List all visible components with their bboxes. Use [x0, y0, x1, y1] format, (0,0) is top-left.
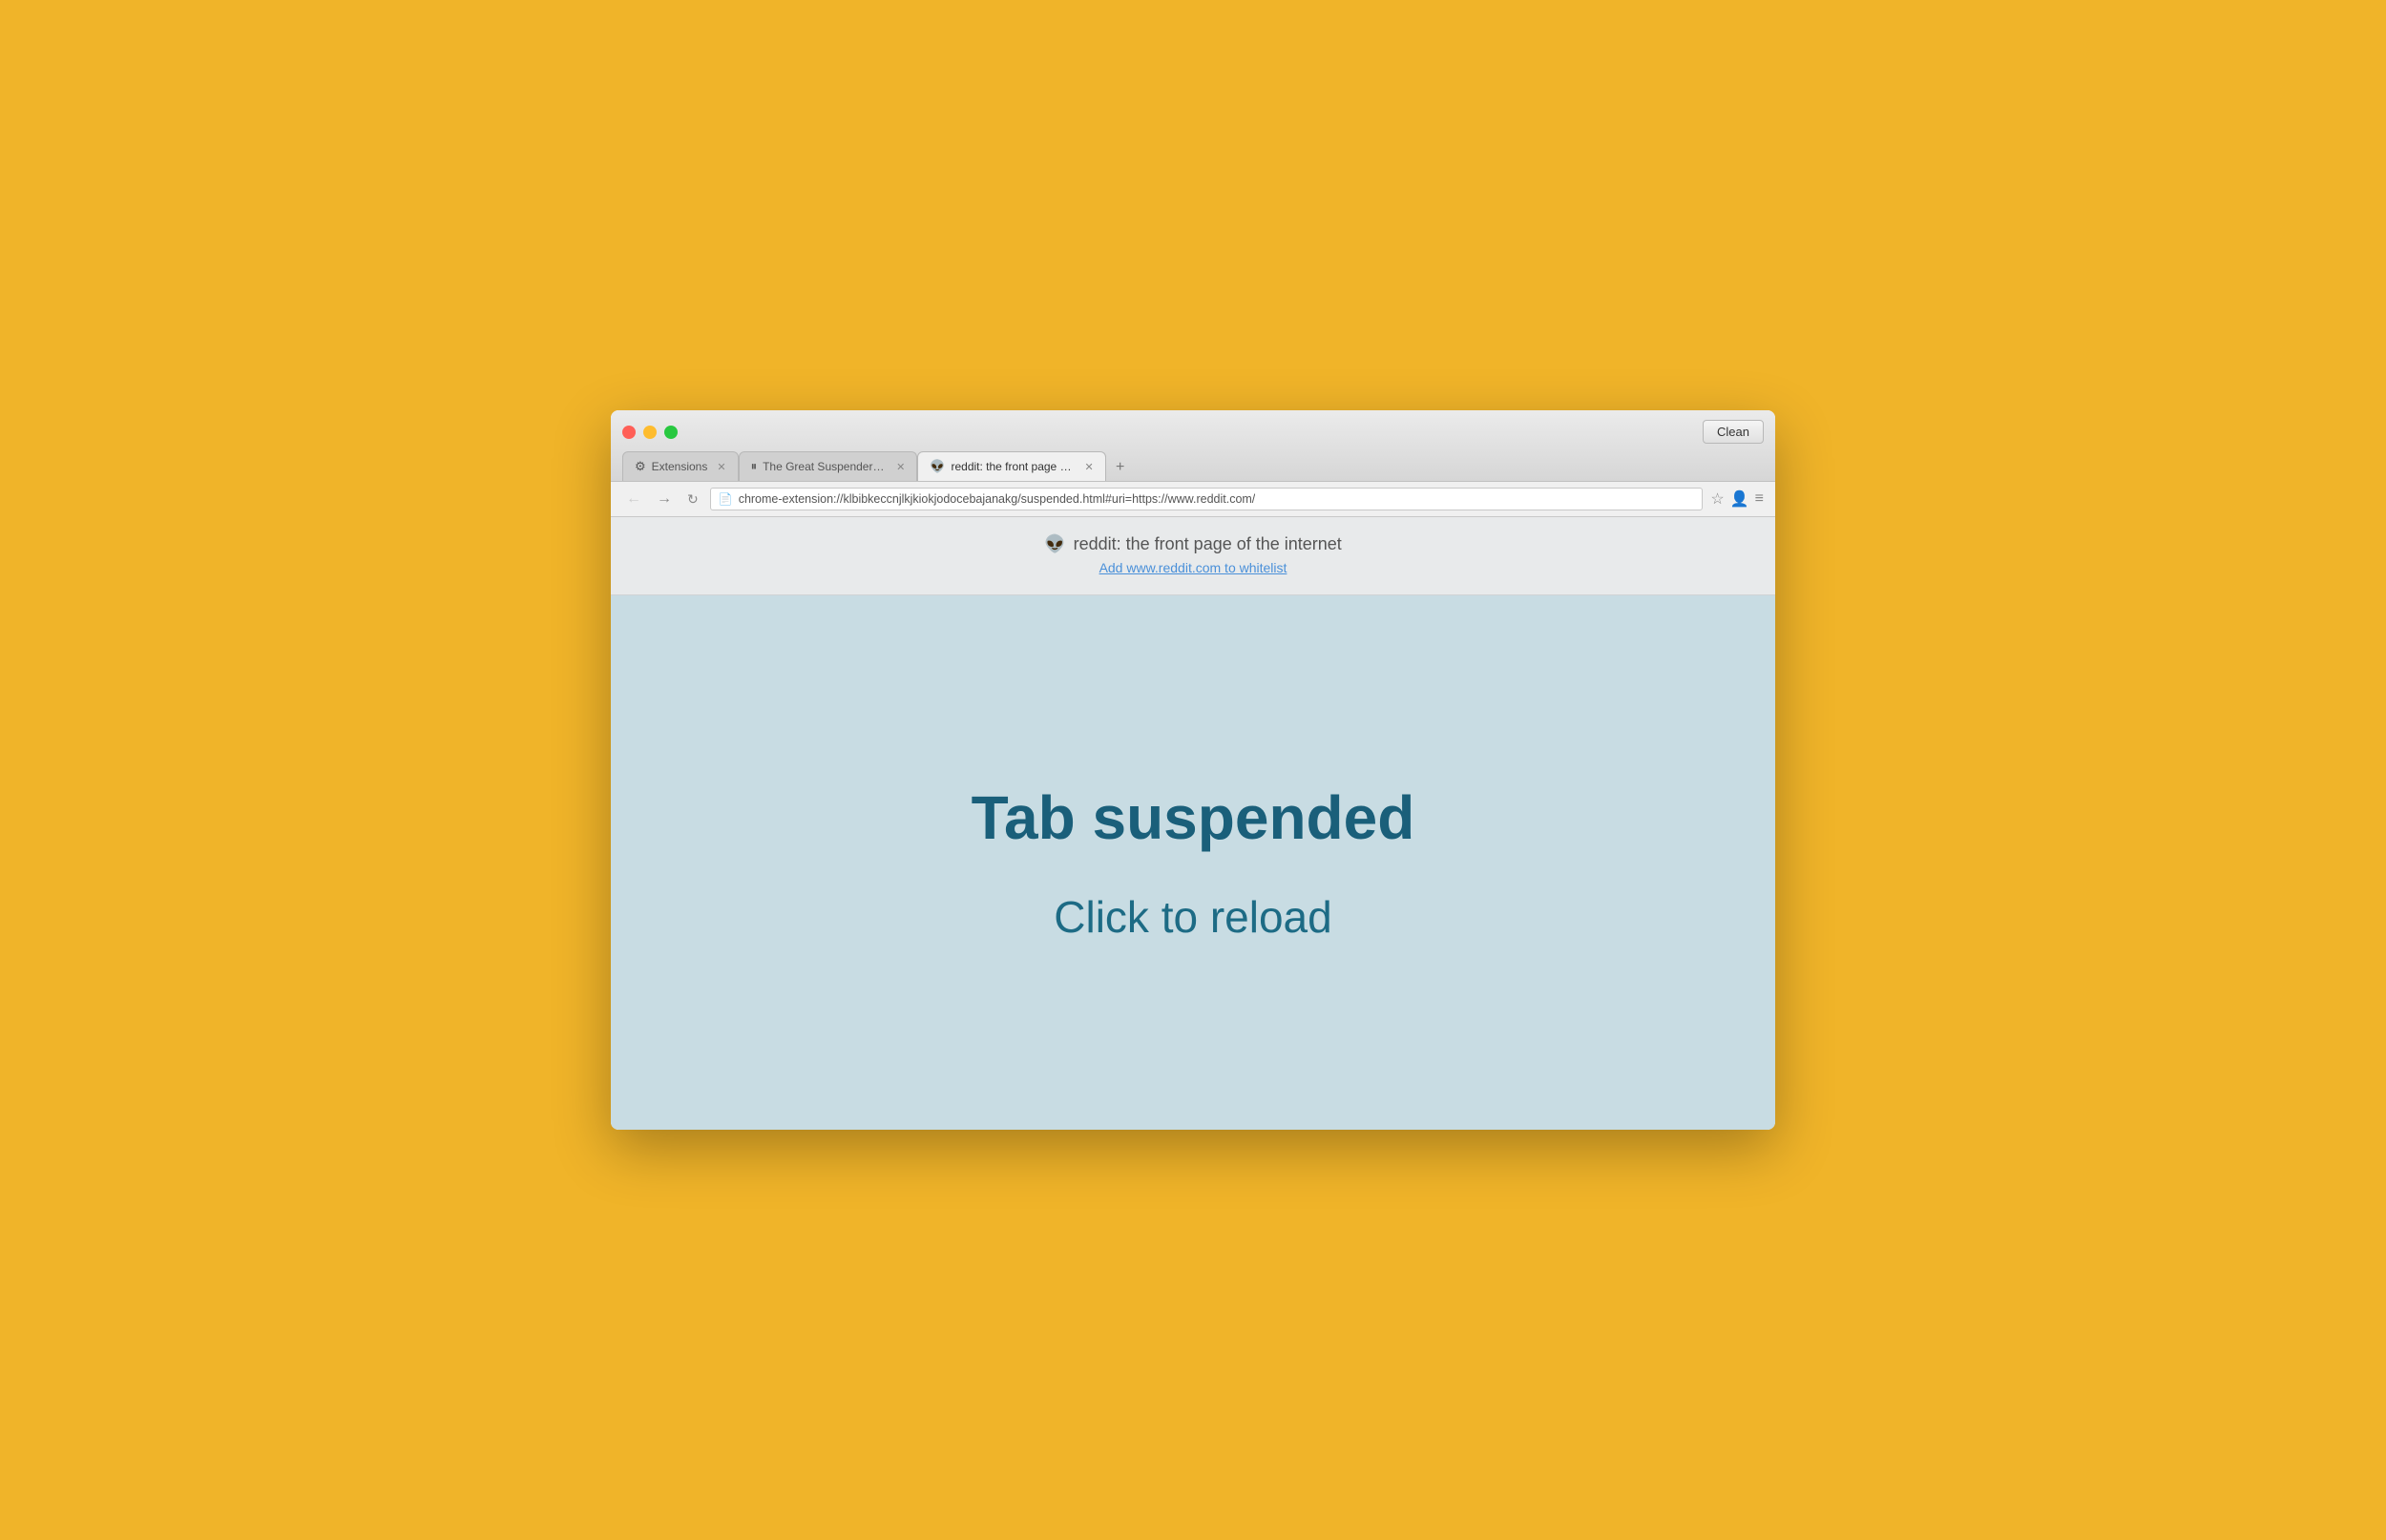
profile-icon[interactable]: 👤	[1730, 489, 1749, 509]
clean-button[interactable]: Clean	[1703, 420, 1764, 444]
site-icon: 👽	[1044, 534, 1065, 554]
reload-button[interactable]: ↻	[683, 489, 702, 510]
great-suspender-tab-label: The Great Suspender - Ch…	[763, 460, 887, 473]
menu-icon[interactable]: ≡	[1755, 490, 1764, 508]
site-title-row: 👽 reddit: the front page of the internet	[630, 534, 1756, 554]
great-suspender-tab-close[interactable]: ✕	[896, 461, 905, 473]
url-text: chrome-extension://klbibkeccnjlkjkiokjod…	[739, 492, 1256, 506]
whitelist-link[interactable]: Add www.reddit.com to whitelist	[1099, 560, 1287, 575]
maximize-button[interactable]	[664, 426, 678, 439]
new-tab-button[interactable]: +	[1106, 454, 1135, 481]
window-controls	[622, 426, 678, 439]
extensions-tab-label: Extensions	[652, 460, 708, 473]
extensions-tab-icon: ⚙	[635, 459, 646, 474]
tab-reddit[interactable]: 👽 reddit: the front page of th… ✕	[917, 451, 1105, 481]
reddit-tab-close[interactable]: ✕	[1084, 461, 1093, 473]
browser-window: Clean ⚙ Extensions ✕ ⏸ The Great Suspend…	[611, 410, 1775, 1130]
reddit-tab-label: reddit: the front page of th…	[951, 460, 1075, 473]
minimize-button[interactable]	[643, 426, 657, 439]
close-button[interactable]	[622, 426, 636, 439]
suspended-title: Tab suspended	[972, 782, 1415, 853]
site-title-text: reddit: the front page of the internet	[1074, 534, 1342, 554]
tab-extensions[interactable]: ⚙ Extensions ✕	[622, 451, 739, 481]
forward-button[interactable]: →	[653, 489, 676, 510]
back-button[interactable]: ←	[622, 489, 645, 510]
url-page-icon: 📄	[719, 492, 733, 506]
page-header: 👽 reddit: the front page of the internet…	[611, 517, 1775, 595]
star-icon[interactable]: ☆	[1710, 489, 1724, 509]
suspended-subtitle: Click to reload	[1054, 891, 1331, 943]
reddit-tab-icon: 👽	[930, 459, 945, 474]
tabs-row: ⚙ Extensions ✕ ⏸ The Great Suspender - C…	[622, 451, 1764, 481]
address-bar-actions: ☆ 👤 ≡	[1710, 489, 1764, 509]
great-suspender-tab-icon: ⏸	[751, 459, 758, 474]
suspended-content[interactable]: Tab suspended Click to reload	[611, 595, 1775, 1130]
title-bar: Clean ⚙ Extensions ✕ ⏸ The Great Suspend…	[611, 410, 1775, 482]
extensions-tab-close[interactable]: ✕	[717, 461, 725, 473]
url-bar[interactable]: 📄 chrome-extension://klbibkeccnjlkjkiokj…	[710, 488, 1704, 510]
address-bar: ← → ↻ 📄 chrome-extension://klbibkeccnjlk…	[611, 482, 1775, 517]
tab-great-suspender[interactable]: ⏸ The Great Suspender - Ch… ✕	[739, 451, 918, 481]
